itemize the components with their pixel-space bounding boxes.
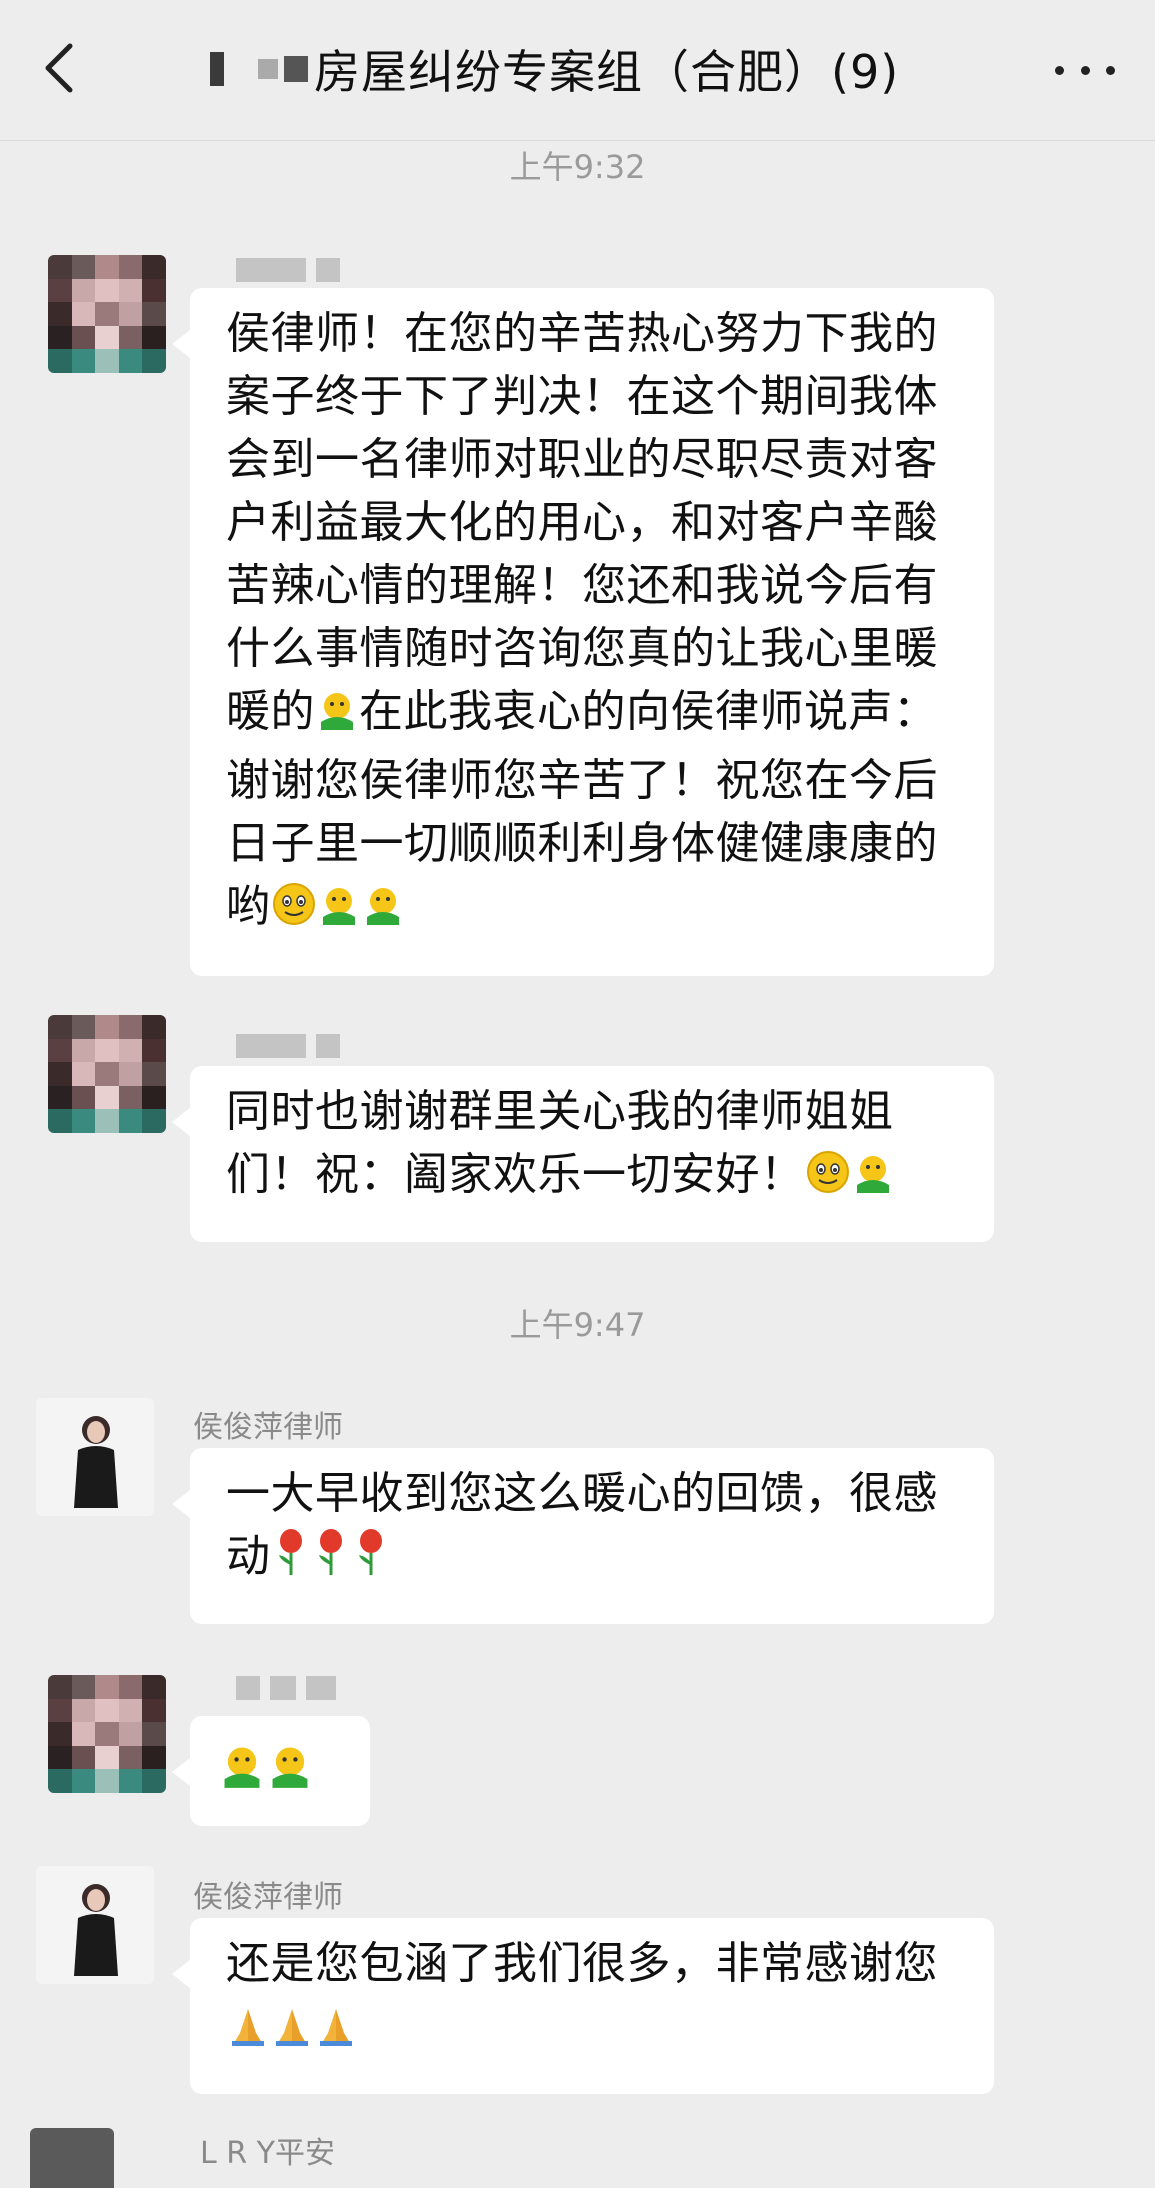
avatar[interactable] bbox=[48, 1015, 166, 1133]
pray-emoji-icon bbox=[270, 2001, 314, 2064]
message-bubble[interactable] bbox=[172, 1716, 370, 1826]
rose-emoji-icon bbox=[351, 1527, 391, 1594]
chat-header: 房屋纠纷专案组（合肥）(9) bbox=[0, 0, 1155, 141]
hug-emoji-icon bbox=[266, 1742, 314, 1807]
timestamp: 上午9:32 bbox=[509, 148, 646, 186]
back-button[interactable] bbox=[36, 38, 86, 98]
smile-emoji-icon bbox=[271, 881, 317, 944]
message-text: 还是您包涵了我们很多，非常感谢您 bbox=[226, 1938, 938, 1989]
message-text: 侯律师！在您的辛苦热心努力下我的案子终于下了判决！在这个期间我体会到一名律师对职… bbox=[226, 308, 938, 737]
message-text: 同时也谢谢群里关心我的律师姐姐们！祝：阖家欢乐一切安好！ bbox=[226, 1086, 894, 1200]
avatar[interactable] bbox=[48, 255, 166, 373]
chat-title-area[interactable]: 房屋纠纷专案组（合肥）(9) bbox=[210, 34, 899, 104]
sender-name-blurred bbox=[236, 1034, 340, 1058]
hug-emoji-icon bbox=[218, 1742, 266, 1807]
sender-name: L R Y平安 bbox=[200, 2136, 335, 2171]
sender-name: 侯俊萍律师 bbox=[193, 1880, 343, 1915]
smile-emoji-icon bbox=[805, 1149, 851, 1212]
message-bubble[interactable]: 还是您包涵了我们很多，非常感谢您 bbox=[172, 1918, 994, 2094]
more-dots-icon bbox=[1055, 65, 1064, 75]
chevron-left-icon bbox=[45, 43, 73, 93]
message-bubble[interactable]: 同时也谢谢群里关心我的律师姐姐们！祝：阖家欢乐一切安好！ bbox=[172, 1066, 994, 1242]
avatar[interactable] bbox=[30, 2128, 114, 2188]
chat-title: 房屋纠纷专案组（合肥）(9) bbox=[314, 45, 900, 99]
hug-emoji-icon bbox=[317, 881, 361, 944]
avatar[interactable] bbox=[36, 1398, 154, 1516]
more-button[interactable] bbox=[1055, 50, 1115, 90]
hug-emoji-icon bbox=[315, 686, 359, 749]
rose-emoji-icon bbox=[311, 1527, 351, 1594]
avatar[interactable] bbox=[36, 1866, 154, 1984]
avatar[interactable] bbox=[48, 1675, 166, 1793]
timestamp: 上午9:47 bbox=[509, 1306, 646, 1344]
rose-emoji-icon bbox=[271, 1527, 311, 1594]
pray-emoji-icon bbox=[226, 2001, 270, 2064]
hug-emoji-icon bbox=[361, 881, 405, 944]
blurred-title-prefix bbox=[210, 52, 308, 86]
message-bubble[interactable]: 一大早收到您这么暖心的回馈，很感动 bbox=[172, 1448, 994, 1624]
sender-name-blurred bbox=[236, 1676, 336, 1700]
hug-emoji-icon bbox=[851, 1149, 895, 1212]
sender-name: 侯俊萍律师 bbox=[193, 1410, 343, 1445]
sender-name-blurred bbox=[236, 258, 340, 282]
message-bubble[interactable]: 侯律师！在您的辛苦热心努力下我的案子终于下了判决！在这个期间我体会到一名律师对职… bbox=[172, 288, 994, 976]
pray-emoji-icon bbox=[314, 2001, 358, 2064]
